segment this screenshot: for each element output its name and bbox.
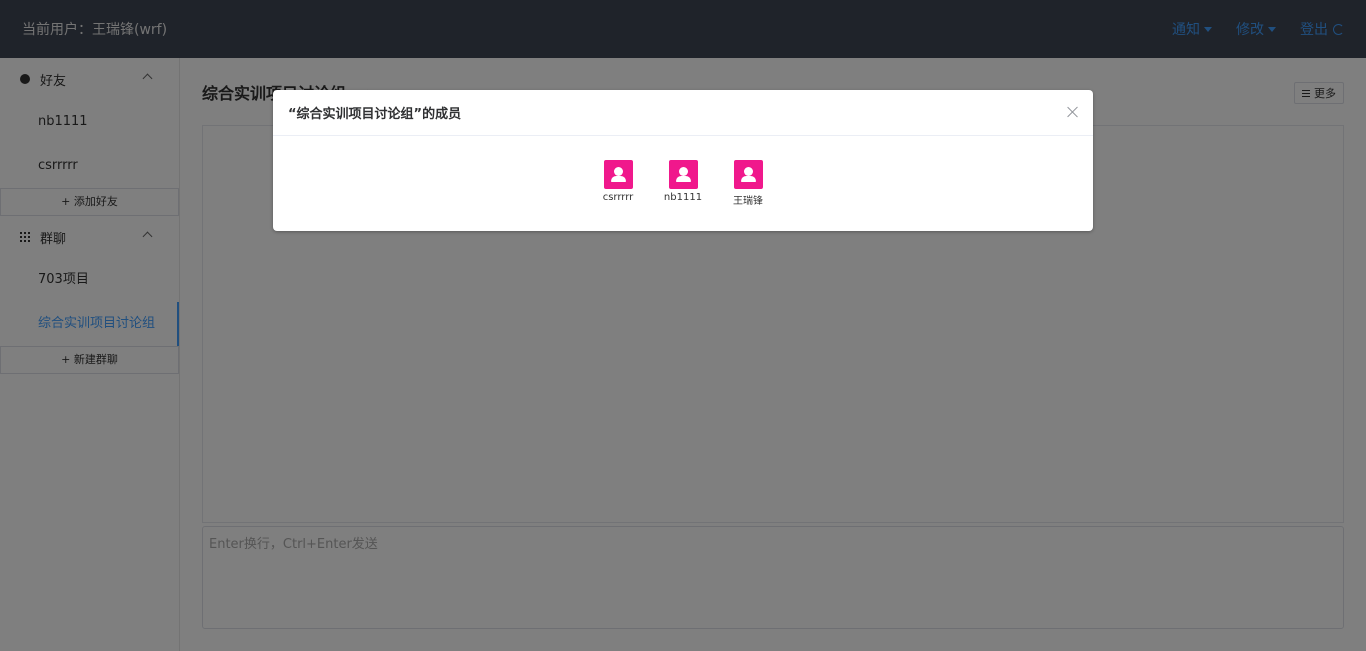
member-list: csrrrrr nb1111 王瑞锋 bbox=[273, 136, 1093, 207]
member-item[interactable]: csrrrrr bbox=[586, 160, 651, 207]
user-avatar-icon bbox=[668, 160, 698, 189]
user-avatar-icon bbox=[733, 160, 763, 189]
close-icon[interactable] bbox=[1067, 106, 1079, 118]
user-avatar-icon bbox=[603, 160, 633, 189]
member-name: csrrrrr bbox=[602, 192, 634, 203]
member-item[interactable]: nb1111 bbox=[651, 160, 716, 207]
member-name: 王瑞锋 bbox=[733, 196, 763, 207]
members-dialog: “综合实训项目讨论组”的成员 csrrrrr nb1111 王瑞锋 bbox=[273, 90, 1093, 231]
member-item[interactable]: 王瑞锋 bbox=[716, 160, 781, 207]
dialog-title: “综合实训项目讨论组”的成员 bbox=[288, 107, 462, 122]
dialog-header: “综合实训项目讨论组”的成员 bbox=[273, 90, 1093, 136]
member-name: nb1111 bbox=[663, 192, 703, 203]
